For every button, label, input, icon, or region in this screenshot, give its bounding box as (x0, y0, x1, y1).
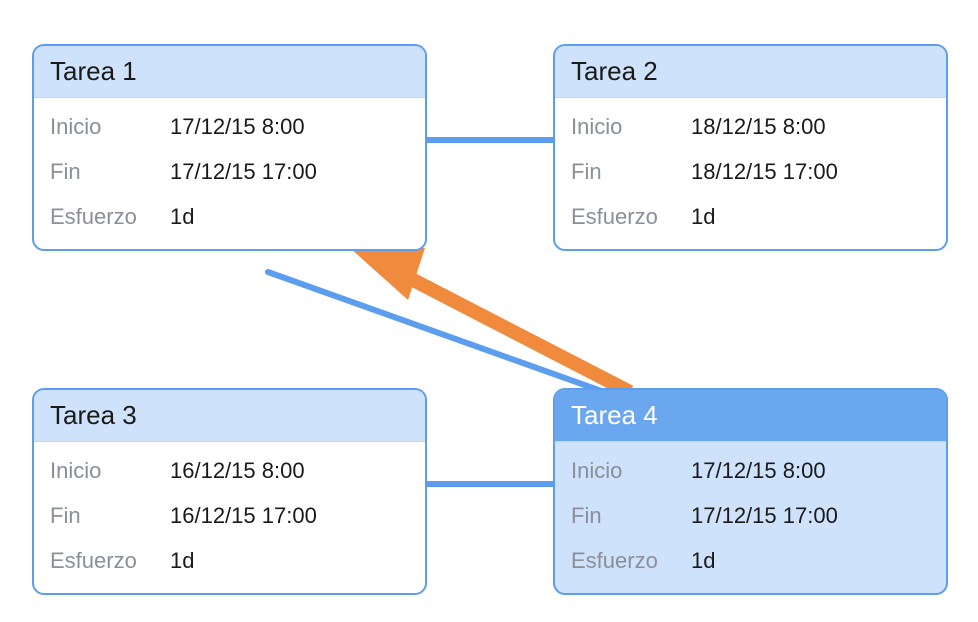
field-label-end: Fin (50, 155, 170, 188)
task-title: Tarea 3 (34, 390, 425, 442)
field-label-effort: Esfuerzo (571, 200, 691, 233)
field-value-effort: 1d (170, 544, 194, 577)
task-row-start: Inicio 17/12/15 8:00 (555, 448, 946, 493)
task-body: Inicio 17/12/15 8:00 Fin 17/12/15 17:00 … (34, 98, 425, 249)
field-label-effort: Esfuerzo (50, 200, 170, 233)
task-row-end: Fin 17/12/15 17:00 (555, 493, 946, 538)
task-card-selected[interactable]: Tarea 4 Inicio 17/12/15 8:00 Fin 17/12/1… (553, 388, 948, 595)
field-value-effort: 1d (170, 200, 194, 233)
task-row-start: Inicio 16/12/15 8:00 (34, 448, 425, 493)
task-row-end: Fin 16/12/15 17:00 (34, 493, 425, 538)
field-label-end: Fin (571, 155, 691, 188)
field-value-start: 16/12/15 8:00 (170, 454, 305, 487)
field-label-start: Inicio (571, 454, 691, 487)
field-label-end: Fin (50, 499, 170, 532)
field-value-effort: 1d (691, 544, 715, 577)
field-label-start: Inicio (50, 454, 170, 487)
task-card[interactable]: Tarea 2 Inicio 18/12/15 8:00 Fin 18/12/1… (553, 44, 948, 251)
task-row-end: Fin 17/12/15 17:00 (34, 149, 425, 194)
field-label-start: Inicio (50, 110, 170, 143)
task-card[interactable]: Tarea 3 Inicio 16/12/15 8:00 Fin 16/12/1… (32, 388, 427, 595)
drag-line (268, 272, 621, 398)
task-body: Inicio 16/12/15 8:00 Fin 16/12/15 17:00 … (34, 442, 425, 593)
field-value-start: 17/12/15 8:00 (170, 110, 305, 143)
drag-arrow-icon (350, 248, 630, 392)
field-value-end: 17/12/15 17:00 (691, 499, 838, 532)
task-row-start: Inicio 17/12/15 8:00 (34, 104, 425, 149)
task-row-effort: Esfuerzo 1d (34, 538, 425, 583)
task-title: Tarea 4 (555, 390, 946, 442)
field-label-effort: Esfuerzo (571, 544, 691, 577)
field-value-start: 18/12/15 8:00 (691, 110, 826, 143)
diagram-canvas: Tarea 1 Inicio 17/12/15 8:00 Fin 17/12/1… (0, 0, 978, 622)
task-card[interactable]: Tarea 1 Inicio 17/12/15 8:00 Fin 17/12/1… (32, 44, 427, 251)
field-value-end: 18/12/15 17:00 (691, 155, 838, 188)
field-value-end: 16/12/15 17:00 (170, 499, 317, 532)
task-body: Inicio 18/12/15 8:00 Fin 18/12/15 17:00 … (555, 98, 946, 249)
field-value-effort: 1d (691, 200, 715, 233)
field-label-end: Fin (571, 499, 691, 532)
field-value-start: 17/12/15 8:00 (691, 454, 826, 487)
task-row-end: Fin 18/12/15 17:00 (555, 149, 946, 194)
task-title: Tarea 2 (555, 46, 946, 98)
task-body: Inicio 17/12/15 8:00 Fin 17/12/15 17:00 … (555, 442, 946, 593)
task-row-effort: Esfuerzo 1d (34, 194, 425, 239)
task-row-effort: Esfuerzo 1d (555, 538, 946, 583)
field-value-end: 17/12/15 17:00 (170, 155, 317, 188)
task-title: Tarea 1 (34, 46, 425, 98)
field-label-start: Inicio (571, 110, 691, 143)
task-row-start: Inicio 18/12/15 8:00 (555, 104, 946, 149)
task-row-effort: Esfuerzo 1d (555, 194, 946, 239)
field-label-effort: Esfuerzo (50, 544, 170, 577)
